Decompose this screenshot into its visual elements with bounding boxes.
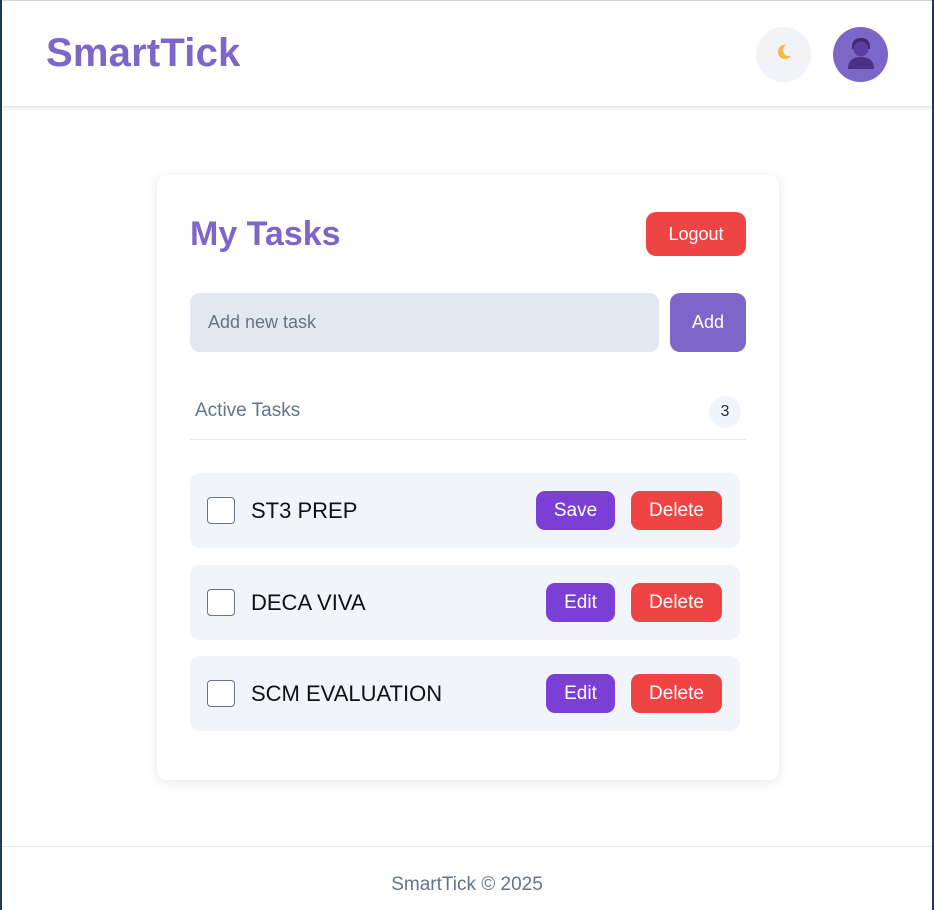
brand-logo[interactable]: SmartTick [46, 31, 241, 76]
delete-button[interactable]: Delete [631, 583, 722, 622]
task-text: SCM EVALUATION [251, 681, 443, 706]
edit-button[interactable]: Edit [546, 583, 615, 622]
moon-icon [775, 43, 793, 66]
user-avatar-icon [845, 35, 877, 74]
task-row: DECA VIVA Edit Delete [190, 565, 740, 640]
delete-button[interactable]: Delete [631, 491, 722, 530]
delete-button[interactable]: Delete [631, 674, 722, 713]
new-task-input[interactable] [190, 293, 659, 352]
task-checkbox[interactable] [207, 680, 235, 707]
copyright-text: SmartTick © 2025 [391, 874, 543, 895]
app-header: SmartTick [2, 0, 932, 107]
task-checkbox[interactable] [207, 589, 235, 616]
task-count-badge: 3 [709, 396, 741, 428]
task-checkbox[interactable] [207, 497, 235, 524]
edit-button[interactable]: Edit [546, 674, 615, 713]
logout-button[interactable]: Logout [646, 212, 746, 256]
app-footer: SmartTick © 2025 [2, 846, 932, 910]
save-button[interactable]: Save [536, 491, 615, 530]
tasks-card: My Tasks Logout Add Active Tasks 3 ST3 P… [157, 175, 779, 780]
user-avatar-button[interactable] [833, 27, 888, 82]
add-task-button[interactable]: Add [670, 293, 746, 352]
task-text: ST3 PREP [251, 498, 358, 523]
active-tasks-label: Active Tasks [195, 400, 301, 421]
page-title: My Tasks [190, 215, 341, 253]
theme-toggle-button[interactable] [756, 27, 811, 82]
task-text: DECA VIVA [251, 590, 366, 615]
task-row: ST3 PREP Save Delete [190, 473, 740, 548]
task-row: SCM EVALUATION Edit Delete [190, 656, 740, 731]
divider [190, 439, 746, 440]
